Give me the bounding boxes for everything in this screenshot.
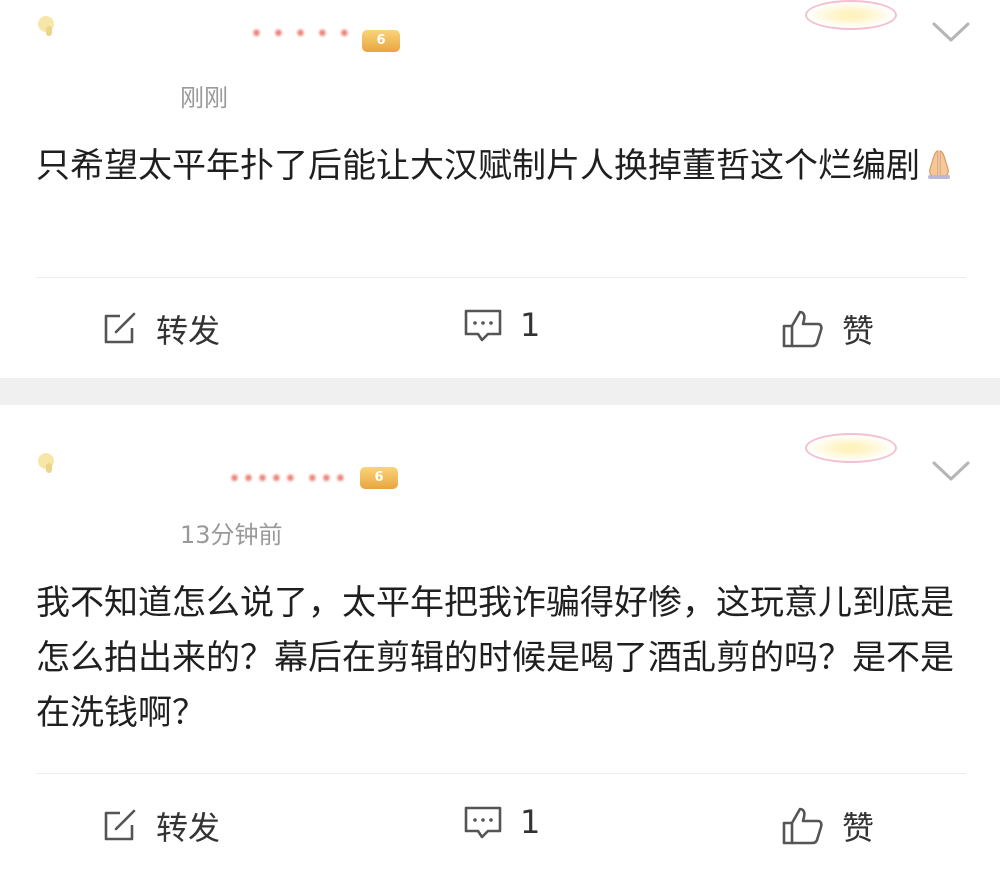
avatar[interactable] xyxy=(36,449,58,475)
repost-label: 转发 xyxy=(156,312,221,350)
username[interactable]: ••••• ••• xyxy=(228,467,348,492)
timestamp: 刚刚 xyxy=(180,84,228,112)
comment-text: 只希望太平年扑了后能让大汉赋制片人换掉董哲这个烂编剧 xyxy=(36,139,966,194)
pray-emoji-icon xyxy=(928,150,950,179)
comment-button[interactable]: 1 xyxy=(462,306,540,344)
thumbs-up-icon xyxy=(782,310,823,348)
repost-button[interactable]: 转发 xyxy=(100,306,220,352)
comment-card: ••••• ••• 6 13分钟前 我不知道怎么说了，太平年把我诈骗得好惨，这玩… xyxy=(0,405,1000,876)
decoration-badge xyxy=(805,433,897,463)
vip-badge: 6 xyxy=(362,30,400,52)
repost-label: 转发 xyxy=(156,809,221,847)
divider xyxy=(36,277,966,278)
like-button[interactable]: 赞 xyxy=(780,306,874,352)
comment-text: 我不知道怎么说了，太平年把我诈骗得好惨，这玩意儿到底是怎么拍出来的？幕后在剪辑的… xyxy=(36,583,954,733)
separator xyxy=(0,378,1000,405)
comment-button[interactable]: 1 xyxy=(462,803,540,841)
vip-badge: 6 xyxy=(360,467,398,489)
comment-count: 1 xyxy=(520,306,541,344)
chevron-down-icon[interactable] xyxy=(930,18,972,46)
comment-card: • • • • • 6 刚刚 只希望太平年扑了后能让大汉赋制片人换掉董哲这个烂编… xyxy=(0,0,1000,378)
edit-share-icon xyxy=(104,312,136,344)
timestamp: 13分钟前 xyxy=(180,521,283,549)
username[interactable]: • • • • • xyxy=(250,22,352,47)
divider xyxy=(36,773,966,774)
comment-count: 1 xyxy=(520,803,541,841)
like-button[interactable]: 赞 xyxy=(780,803,874,849)
like-label: 赞 xyxy=(842,312,875,350)
comment-bubble-icon xyxy=(464,309,502,342)
thumbs-up-icon xyxy=(782,807,823,845)
repost-button[interactable]: 转发 xyxy=(100,803,220,849)
like-label: 赞 xyxy=(842,809,875,847)
edit-share-icon xyxy=(104,809,136,841)
avatar[interactable] xyxy=(36,12,58,38)
chevron-down-icon[interactable] xyxy=(930,457,972,485)
decoration-badge xyxy=(805,0,897,30)
comment-bubble-icon xyxy=(464,806,502,839)
